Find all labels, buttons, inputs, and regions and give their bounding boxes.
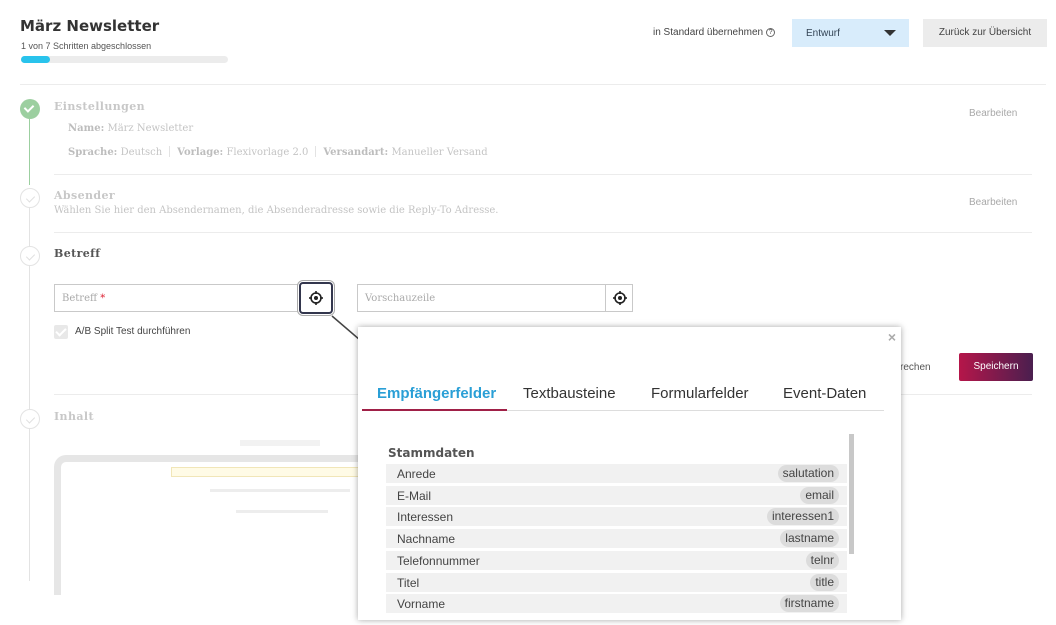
page-title: März Newsletter	[20, 17, 160, 35]
save-button[interactable]: Speichern	[959, 353, 1033, 381]
tab-event-data[interactable]: Event-Daten	[783, 385, 866, 402]
row-divider	[54, 174, 1032, 175]
required-mark: *	[100, 293, 106, 304]
step-title-settings: Einstellungen	[54, 100, 146, 113]
lang-value: Deutsch	[120, 147, 163, 158]
field-code-badge: lastname	[780, 530, 839, 548]
preview-heading	[240, 440, 320, 446]
subject-placeholder-text: Betreff	[62, 293, 98, 304]
field-label: Telefonnummer	[397, 553, 480, 568]
subject-placeholder: Betreff *	[62, 293, 105, 304]
timeline-line-done	[29, 118, 30, 185]
sender-description: Wählen Sie hier den Absendernamen, die A…	[54, 205, 499, 216]
field-code-badge: title	[810, 573, 839, 591]
placeholder-popup: × Empfängerfelder Textbausteine Formular…	[358, 327, 901, 620]
list-item[interactable]: Vorname firstname	[386, 594, 847, 614]
field-label: Titel	[397, 575, 420, 590]
check-icon	[25, 193, 36, 203]
preview-links	[236, 510, 328, 513]
step-indicator	[20, 246, 40, 266]
step-done-indicator	[20, 99, 40, 119]
ship-value: Manueller Versand	[391, 147, 488, 158]
back-to-overview-button[interactable]: Zurück zur Übersicht	[923, 19, 1047, 47]
list-item[interactable]: Titel title	[386, 572, 847, 592]
preview-banner	[171, 467, 367, 477]
help-icon[interactable]: ?	[766, 28, 776, 37]
preview-line-placeholder: Vorschauzeile	[365, 293, 436, 304]
step-title-subject: Betreff	[54, 247, 101, 260]
field-code-badge: salutation	[777, 465, 839, 482]
field-label: E-Mail	[397, 488, 432, 503]
tpl-label: Vorlage:	[177, 147, 224, 158]
field-label: Interessen	[397, 510, 454, 525]
field-code-badge: firstname	[779, 595, 839, 613]
list-item[interactable]: E-Mail email	[386, 485, 847, 505]
list-item[interactable]: Telefonnummer telnr	[386, 550, 847, 570]
field-label: Anrede	[397, 467, 436, 481]
settings-name: Name: März Newsletter	[68, 123, 193, 134]
status-select-value: Entwurf	[806, 28, 840, 39]
list-item[interactable]: Interessen interessen1	[386, 507, 847, 527]
check-icon	[23, 102, 35, 113]
placeholder-target-icon	[309, 291, 323, 305]
check-icon	[25, 414, 36, 424]
standard-label: in Standard übernehmen	[653, 27, 764, 38]
field-code-badge: interessen1	[766, 508, 839, 526]
subject-input[interactable]: Betreff *	[54, 284, 300, 312]
step-indicator	[20, 409, 40, 429]
popup-tabs: Empfängerfelder Textbausteine Formularfe…	[362, 385, 884, 411]
check-icon	[25, 251, 36, 261]
preview-line-input[interactable]: Vorschauzeile	[357, 284, 606, 312]
list-item[interactable]: Nachname lastname	[386, 529, 847, 549]
divider	[169, 146, 171, 157]
close-icon[interactable]: ×	[888, 329, 896, 345]
preview-text	[210, 489, 350, 492]
ship-label: Versandart:	[323, 147, 389, 158]
header-divider	[20, 84, 1046, 85]
tpl-value: Flexivorlage 2.0	[226, 147, 309, 158]
settings-meta: Sprache: Deutsch Vorlage: Flexivorlage 2.…	[68, 146, 488, 158]
standard-toggle[interactable]: in Standard übernehmen?	[653, 27, 776, 38]
tab-recipient-fields[interactable]: Empfängerfelder	[377, 385, 496, 402]
field-label: Nachname	[397, 532, 456, 547]
ab-split-checkbox[interactable]	[54, 325, 68, 339]
step-title-sender: Absender	[54, 189, 116, 202]
name-label: Name:	[68, 123, 105, 134]
active-tab-indicator	[362, 409, 507, 411]
progress-bar	[21, 56, 228, 63]
row-divider	[54, 232, 1032, 233]
status-select[interactable]: Entwurf	[792, 19, 909, 47]
placeholder-target-icon	[613, 291, 627, 305]
lang-label: Sprache:	[68, 147, 118, 158]
divider	[315, 146, 317, 157]
ab-split-label: A/B Split Test durchführen	[75, 326, 191, 337]
step-indicator	[20, 188, 40, 208]
name-value: März Newsletter	[107, 123, 194, 134]
progress-text: 1 von 7 Schritten abgeschlossen	[21, 41, 152, 51]
cancel-link[interactable]: rechen	[900, 362, 931, 373]
tab-text-blocks[interactable]: Textbausteine	[523, 385, 616, 402]
field-code-badge: email	[800, 486, 839, 504]
tab-form-fields[interactable]: Formularfelder	[651, 385, 749, 402]
progress-fill	[21, 56, 50, 63]
step-title-content: Inhalt	[54, 410, 94, 423]
field-code-badge: telnr	[805, 551, 839, 569]
preview-placeholder-button[interactable]	[605, 284, 633, 312]
group-heading: Stammdaten	[388, 446, 475, 460]
scrollbar[interactable]	[849, 434, 854, 554]
field-label: Vorname	[397, 597, 446, 612]
list-item[interactable]: Anrede salutation	[386, 464, 847, 483]
chevron-down-icon	[884, 30, 896, 36]
edit-sender-link[interactable]: Bearbeiten	[969, 197, 1017, 208]
edit-settings-link[interactable]: Bearbeiten	[969, 108, 1017, 119]
subject-placeholder-button[interactable]	[299, 282, 333, 314]
